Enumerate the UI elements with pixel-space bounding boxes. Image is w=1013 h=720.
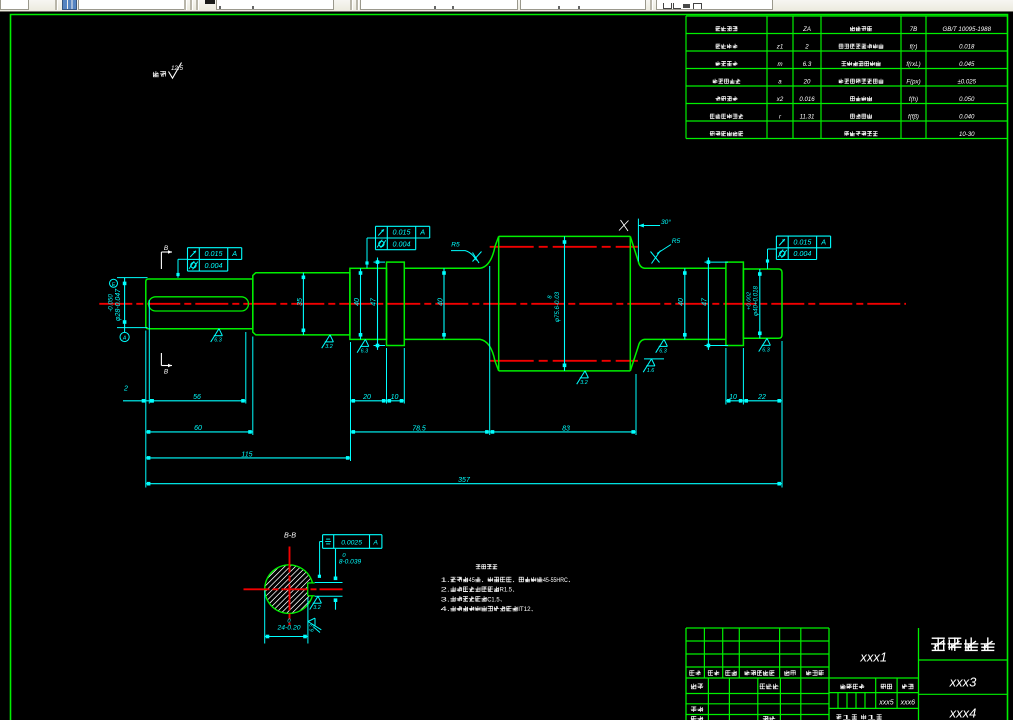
svg-text:4.: 4. xyxy=(441,606,451,613)
svg-text:40: 40 xyxy=(678,298,685,306)
svg-text:ZA: ZA xyxy=(802,26,811,33)
svg-text:45-55HRC: 45-55HRC xyxy=(543,577,568,584)
svg-text:0.004: 0.004 xyxy=(793,249,811,258)
svg-text:47: 47 xyxy=(702,297,709,306)
svg-text:IT12: IT12 xyxy=(518,606,531,613)
svg-text:B: B xyxy=(164,245,169,252)
svg-text:z1: z1 xyxy=(776,44,783,51)
svg-text:1.6: 1.6 xyxy=(647,368,655,374)
svg-text:GB/T 10095-1988: GB/T 10095-1988 xyxy=(943,26,992,33)
svg-text:6.3: 6.3 xyxy=(803,61,812,68)
svg-text:0.004: 0.004 xyxy=(393,239,411,248)
svg-text:r: r xyxy=(779,114,782,121)
svg-text:3.: 3. xyxy=(441,596,451,603)
svg-text:1: 1 xyxy=(867,715,878,720)
svg-text:xxx4: xxx4 xyxy=(949,706,977,720)
svg-text:A: A xyxy=(419,228,425,237)
svg-text:f(fβ): f(fβ) xyxy=(908,114,919,121)
svg-text:2: 2 xyxy=(804,44,809,51)
svg-text:C1.5: C1.5 xyxy=(487,596,500,603)
svg-text:7B: 7B xyxy=(910,26,917,33)
svg-text:0.040: 0.040 xyxy=(959,114,975,121)
svg-text:A: A xyxy=(372,540,378,547)
svg-text:R5: R5 xyxy=(672,238,681,245)
svg-text:20: 20 xyxy=(803,79,811,86)
svg-text:f(h): f(h) xyxy=(909,96,918,103)
svg-text:35: 35 xyxy=(297,298,304,306)
svg-text:A: A xyxy=(820,238,826,247)
svg-text:2.: 2. xyxy=(441,587,451,594)
svg-text:±0.025: ±0.025 xyxy=(957,79,976,86)
svg-text:40: 40 xyxy=(354,298,361,306)
svg-text:56: 56 xyxy=(193,394,201,401)
svg-text:0.0025: 0.0025 xyxy=(341,540,362,547)
svg-text:m: m xyxy=(777,61,782,68)
svg-text:22: 22 xyxy=(757,394,766,401)
svg-text:0.015: 0.015 xyxy=(393,228,412,237)
svg-text:R5: R5 xyxy=(451,241,460,248)
svg-text:12.5: 12.5 xyxy=(171,65,184,72)
svg-text:1: 1 xyxy=(842,715,853,720)
svg-text:xxx3: xxx3 xyxy=(949,675,978,690)
svg-text:φ40+0.018: φ40+0.018 xyxy=(752,285,759,316)
svg-text:60: 60 xyxy=(194,425,202,432)
svg-text:R1.5: R1.5 xyxy=(500,587,513,594)
svg-text:8-0.039: 8-0.039 xyxy=(339,559,362,566)
svg-text:6.3: 6.3 xyxy=(214,338,222,344)
svg-text:47: 47 xyxy=(371,297,378,306)
svg-text:6.3: 6.3 xyxy=(659,348,667,354)
svg-text:1.: 1. xyxy=(441,577,451,584)
svg-text:78.5: 78.5 xyxy=(412,425,426,432)
svg-text:A: A xyxy=(231,249,237,258)
svg-text:0.018: 0.018 xyxy=(959,44,975,51)
svg-text:10-30: 10-30 xyxy=(959,131,975,138)
svg-text:24-0.20: 24-0.20 xyxy=(276,625,300,632)
svg-text:11.31: 11.31 xyxy=(800,114,815,121)
svg-text:-0.050: -0.050 xyxy=(108,294,115,312)
svg-text:0.004: 0.004 xyxy=(205,261,223,270)
svg-text:83: 83 xyxy=(562,425,570,432)
svg-text:30°: 30° xyxy=(661,218,671,226)
svg-text:x2: x2 xyxy=(776,96,784,103)
svg-text:φ28-0.047: φ28-0.047 xyxy=(115,288,122,321)
svg-text:F(px): F(px) xyxy=(906,79,920,86)
svg-text:10: 10 xyxy=(391,394,399,401)
svg-text:B-B: B-B xyxy=(284,531,296,540)
svg-text:φ75.6-0.03: φ75.6-0.03 xyxy=(554,291,561,322)
svg-text:f(r): f(r) xyxy=(910,44,918,51)
svg-text:0.015: 0.015 xyxy=(205,249,224,258)
svg-text:8: 8 xyxy=(548,295,554,299)
svg-text:10: 10 xyxy=(729,394,737,401)
svg-text:6.3: 6.3 xyxy=(361,348,369,354)
svg-text:xxx1: xxx1 xyxy=(859,650,887,665)
svg-text:357: 357 xyxy=(458,477,471,484)
svg-text:3.2: 3.2 xyxy=(313,605,321,611)
svg-text:6.3: 6.3 xyxy=(762,347,770,353)
svg-text:20: 20 xyxy=(362,394,371,401)
svg-text:0.045: 0.045 xyxy=(959,61,975,68)
svg-text:115: 115 xyxy=(241,451,252,458)
svg-text:0.016: 0.016 xyxy=(799,96,815,103)
svg-text:xxx5: xxx5 xyxy=(878,700,894,707)
svg-text:3.2: 3.2 xyxy=(580,380,588,386)
svg-text:2: 2 xyxy=(123,386,128,393)
svg-text:+0.002: +0.002 xyxy=(746,291,752,310)
svg-text:40: 40 xyxy=(438,298,445,306)
svg-text:A: A xyxy=(122,336,127,342)
svg-text:45: 45 xyxy=(469,577,476,584)
svg-text:0.050: 0.050 xyxy=(959,96,975,103)
svg-text:B: B xyxy=(164,369,169,376)
svg-text:3.2: 3.2 xyxy=(325,344,333,350)
svg-text:0.015: 0.015 xyxy=(793,238,812,247)
svg-text:f(rxL): f(rxL) xyxy=(906,61,920,68)
svg-text:xxx6: xxx6 xyxy=(900,700,916,707)
svg-text:a: a xyxy=(778,79,782,86)
